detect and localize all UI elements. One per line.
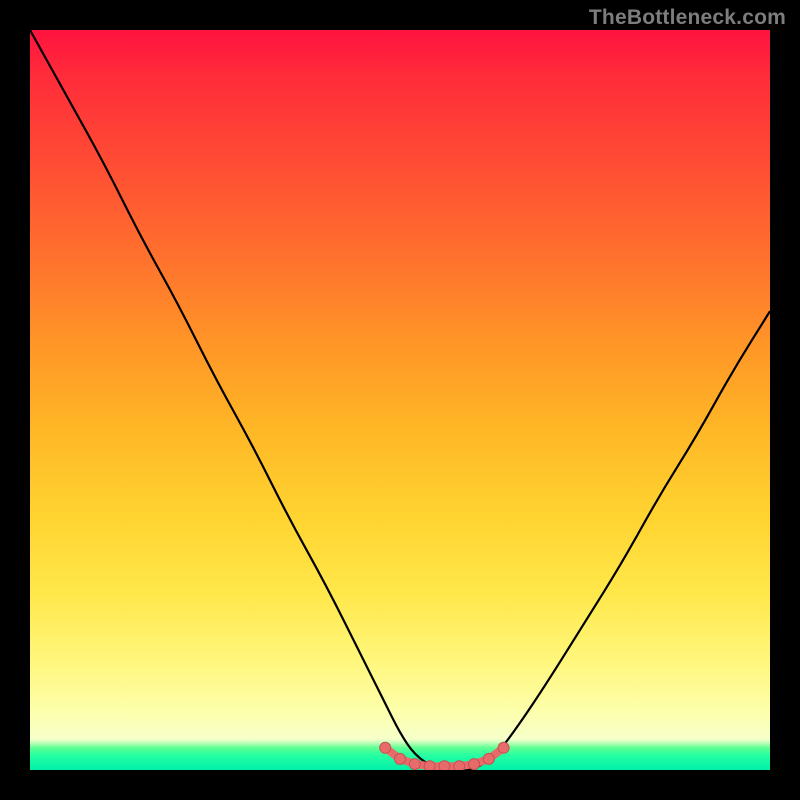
optimal-range-dot: [454, 761, 465, 770]
optimal-range-dot: [395, 753, 406, 764]
optimal-range-dot: [498, 742, 509, 753]
optimal-range-dot: [424, 761, 435, 770]
watermark-text: TheBottleneck.com: [589, 6, 786, 30]
optimal-range-markers: [380, 742, 509, 770]
optimal-range-dot: [380, 742, 391, 753]
optimal-range-line: [385, 748, 503, 767]
chart-frame: TheBottleneck.com: [0, 0, 800, 800]
optimal-range-dot: [469, 759, 480, 770]
optimal-range-dot: [439, 761, 450, 770]
optimal-range-dot: [409, 759, 420, 770]
optimal-range-dot: [483, 753, 494, 764]
curve-svg: [30, 30, 770, 770]
bottleneck-curve: [30, 30, 770, 770]
plot-area: [30, 30, 770, 770]
